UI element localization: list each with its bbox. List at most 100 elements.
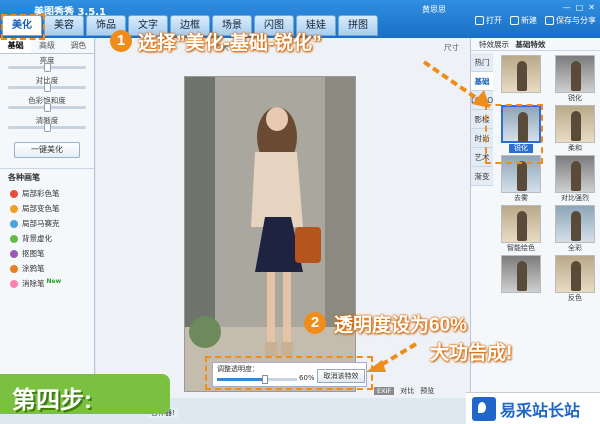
slider-track[interactable] bbox=[8, 123, 86, 132]
effect-label: 去雾 bbox=[514, 194, 528, 202]
effect-preview-image bbox=[555, 255, 595, 293]
effect-preview-image bbox=[555, 105, 595, 143]
effect-category[interactable]: 渐变 bbox=[471, 167, 493, 186]
size-button[interactable]: 尺寸 bbox=[444, 42, 459, 53]
effects-header: 特效展示 基础特效 bbox=[471, 38, 600, 51]
effect-preview-image bbox=[555, 205, 595, 243]
brush-item[interactable]: 局部马赛克 bbox=[0, 216, 94, 231]
brand-text: 易采站长站 bbox=[500, 400, 581, 420]
new-label: 新建 bbox=[521, 16, 537, 25]
adjust-sliders: 亮度 对比度 色彩饱和度 清晰度 bbox=[0, 54, 94, 134]
tab-collage[interactable]: 拼图 bbox=[338, 15, 378, 36]
open-button[interactable]: 打开 bbox=[475, 15, 502, 26]
effect-thumbnail[interactable]: 反色 bbox=[550, 255, 600, 304]
slider-row: 对比度 bbox=[0, 74, 94, 94]
effect-thumbnail[interactable]: 全彩 bbox=[550, 205, 600, 254]
open-label: 打开 bbox=[486, 16, 502, 25]
subtab-basic[interactable]: 基础 bbox=[0, 38, 32, 53]
effect-label: 柔和 bbox=[568, 144, 582, 152]
one-key-beautify-button[interactable]: 一键美化 bbox=[14, 142, 80, 158]
slider-knob[interactable] bbox=[44, 63, 51, 72]
brush-label: 背景虚化 bbox=[22, 234, 52, 243]
step1-text: 选择”美化-基础-锐化” bbox=[138, 33, 322, 54]
window-controls: — □ ✕ bbox=[563, 3, 595, 12]
slider-row: 色彩饱和度 bbox=[0, 94, 94, 114]
step-banner: 第四步: bbox=[0, 374, 170, 414]
brush-item[interactable]: 局部变色笔 bbox=[0, 201, 94, 216]
brand-watermark: 易采站长站 bbox=[466, 392, 600, 424]
effect-preview-image bbox=[501, 205, 541, 243]
close-icon[interactable]: ✕ bbox=[588, 3, 595, 12]
brush-icon bbox=[10, 234, 18, 243]
save-share-button[interactable]: 保存与分享 bbox=[545, 15, 596, 26]
slider-row: 清晰度 bbox=[0, 114, 94, 134]
compare-button[interactable]: 对比 bbox=[400, 386, 414, 396]
effect-thumbnail[interactable]: 锐化 bbox=[550, 55, 600, 104]
brush-label: 涂鸦笔 bbox=[22, 264, 45, 273]
effect-thumbnail[interactable] bbox=[496, 55, 546, 104]
brush-icon bbox=[10, 279, 18, 288]
slider-knob[interactable] bbox=[44, 103, 51, 112]
left-subtabs: 基础 高级 调色 bbox=[0, 38, 94, 54]
step-banner-text: 第四步: bbox=[12, 387, 92, 414]
brush-label: 抠图笔 bbox=[22, 249, 45, 258]
brush-label: 局部马赛克 bbox=[22, 219, 60, 228]
effect-label: 全彩 bbox=[568, 244, 582, 252]
brush-icon bbox=[10, 204, 18, 213]
effects-header-label: 特效展示 bbox=[479, 40, 509, 49]
effect-label: 反色 bbox=[568, 294, 582, 302]
plus-icon bbox=[510, 16, 519, 25]
folder-icon bbox=[475, 16, 484, 25]
subtab-advanced[interactable]: 高级 bbox=[31, 38, 62, 53]
subtab-color[interactable]: 调色 bbox=[63, 38, 94, 53]
slider-track[interactable] bbox=[8, 83, 86, 92]
left-panel: 基础 高级 调色 亮度 对比度 色彩饱和度 清晰度 一键美化 各种画笔 局部彩色笔 局部… bbox=[0, 38, 95, 398]
user-name[interactable]: 黄思思 bbox=[422, 4, 446, 15]
maximize-icon[interactable]: □ bbox=[576, 3, 584, 12]
tab-beauty[interactable]: 美容 bbox=[44, 15, 84, 36]
brush-item[interactable]: 消除笔 New bbox=[0, 276, 94, 291]
slider-knob[interactable] bbox=[44, 123, 51, 132]
effect-preview-image bbox=[555, 55, 595, 93]
highlight-tab-box bbox=[1, 14, 45, 40]
effect-label: 锐化 bbox=[568, 94, 582, 102]
slider-knob[interactable] bbox=[44, 83, 51, 92]
effect-thumbnail[interactable]: 智能绘色 bbox=[496, 205, 546, 254]
effect-label: 智能绘色 bbox=[507, 244, 535, 252]
effect-thumbnail[interactable]: 对比强烈 bbox=[550, 155, 600, 204]
slider-track[interactable] bbox=[8, 103, 86, 112]
effects-header-selected[interactable]: 基础特效 bbox=[515, 40, 545, 49]
brush-icon bbox=[10, 219, 18, 228]
save-icon bbox=[545, 16, 554, 25]
photo-preview[interactable] bbox=[184, 76, 356, 392]
highlight-sharpen-box bbox=[485, 104, 543, 164]
effect-preview-image bbox=[501, 55, 541, 93]
exif-button[interactable]: EXIF bbox=[374, 387, 395, 395]
step2-line1: 透明度设为60% bbox=[334, 315, 468, 336]
effect-thumbnail[interactable]: 柔和 bbox=[550, 105, 600, 154]
brush-icon bbox=[10, 264, 18, 273]
effect-thumbnail[interactable] bbox=[496, 255, 546, 304]
brush-heading: 各种画笔 bbox=[0, 168, 94, 186]
effect-preview-image bbox=[555, 155, 595, 193]
brush-item[interactable]: 背景虚化 bbox=[0, 231, 94, 246]
brush-item[interactable]: 抠图笔 bbox=[0, 246, 94, 261]
effect-preview-image bbox=[501, 255, 541, 293]
save-label: 保存与分享 bbox=[556, 16, 596, 25]
new-button[interactable]: 新建 bbox=[510, 15, 537, 26]
brand-logo-icon bbox=[472, 396, 496, 421]
step1-badge: 1 bbox=[110, 30, 132, 52]
slider-track[interactable] bbox=[8, 63, 86, 72]
minimize-icon[interactable]: — bbox=[563, 3, 571, 12]
brush-item[interactable]: 局部彩色笔 bbox=[0, 186, 94, 201]
brush-icon bbox=[10, 189, 18, 198]
preview-button[interactable]: 预览 bbox=[420, 386, 434, 396]
brush-list: 局部彩色笔局部变色笔局部马赛克背景虚化抠图笔涂鸦笔消除笔 New bbox=[0, 186, 94, 291]
top-actions: 打开 新建 保存与分享 bbox=[475, 15, 596, 26]
brush-label: 局部变色笔 bbox=[22, 204, 60, 213]
bottom-tools: EXIF 对比 预览 bbox=[374, 386, 434, 396]
highlight-opacity-box bbox=[205, 356, 373, 390]
brush-label: 消除笔 bbox=[22, 279, 45, 288]
brush-label: 局部彩色笔 bbox=[22, 189, 60, 198]
brush-item[interactable]: 涂鸦笔 bbox=[0, 261, 94, 276]
